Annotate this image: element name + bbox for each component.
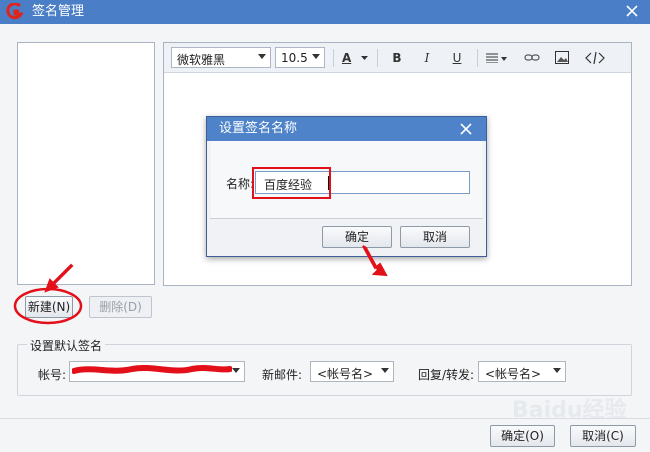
font-color-icon: A <box>341 51 352 65</box>
dialog-ok-button[interactable]: 确定 <box>322 226 392 248</box>
footer-divider <box>0 418 650 419</box>
reply-forward-value: <帐号名> <box>485 367 542 381</box>
new-mail-select[interactable]: <帐号名> <box>310 361 394 382</box>
chevron-down-icon <box>361 56 369 60</box>
editor-toolbar: 微软雅黑 10.5 A B I U <box>164 43 631 73</box>
dialog-cancel-button[interactable]: 取消 <box>400 226 470 248</box>
default-signature-title: 设置默认签名 <box>27 337 106 354</box>
chevron-down-icon <box>553 368 561 373</box>
chevron-down-icon <box>232 368 240 373</box>
dialog-title: 设置签名名称 <box>219 121 298 136</box>
link-icon[interactable] <box>524 53 540 63</box>
toolbar-divider <box>333 49 334 67</box>
window-close-icon[interactable] <box>624 3 640 19</box>
font-family-value: 微软雅黑 <box>177 53 226 67</box>
font-size-select[interactable]: 10.5 <box>275 47 325 68</box>
underline-button[interactable]: U <box>448 49 466 67</box>
toolbar-divider <box>377 49 378 67</box>
dialog-close-icon[interactable] <box>459 122 473 136</box>
font-family-select[interactable]: 微软雅黑 <box>171 47 271 68</box>
reply-forward-select[interactable]: <帐号名> <box>478 361 566 382</box>
font-size-value: 10.5 <box>281 51 308 65</box>
source-code-icon[interactable] <box>585 51 605 65</box>
ok-button[interactable]: 确定(O) <box>490 425 555 447</box>
window-title: 签名管理 <box>32 4 85 19</box>
image-icon[interactable] <box>555 51 569 65</box>
watermark: Baidu经验 <box>512 398 627 423</box>
redaction-scribble <box>72 365 232 374</box>
account-label: 帐号: <box>38 368 67 382</box>
window-titlebar <box>0 0 650 24</box>
reply-forward-label: 回复/转发: <box>418 368 475 382</box>
font-color-button[interactable]: A <box>340 49 370 67</box>
chevron-down-icon <box>312 54 320 59</box>
new-signature-button[interactable]: 新建(N) <box>25 296 73 318</box>
delete-signature-button[interactable]: 删除(D) <box>89 296 152 318</box>
annotation-highlight-box <box>252 167 331 199</box>
name-label: 名称: <box>226 177 255 191</box>
italic-button[interactable]: I <box>418 49 436 67</box>
signature-list[interactable] <box>17 42 155 285</box>
cancel-button[interactable]: 取消(C) <box>570 425 636 447</box>
new-mail-label: 新邮件: <box>262 368 303 382</box>
chevron-down-icon <box>381 368 389 373</box>
dialog-divider <box>210 218 483 219</box>
new-mail-value: <帐号名> <box>317 367 374 381</box>
toolbar-divider <box>477 49 478 67</box>
app-logo-icon <box>6 3 24 20</box>
chevron-down-icon <box>258 54 266 59</box>
bold-button[interactable]: B <box>388 49 406 67</box>
align-icon[interactable] <box>486 53 508 63</box>
